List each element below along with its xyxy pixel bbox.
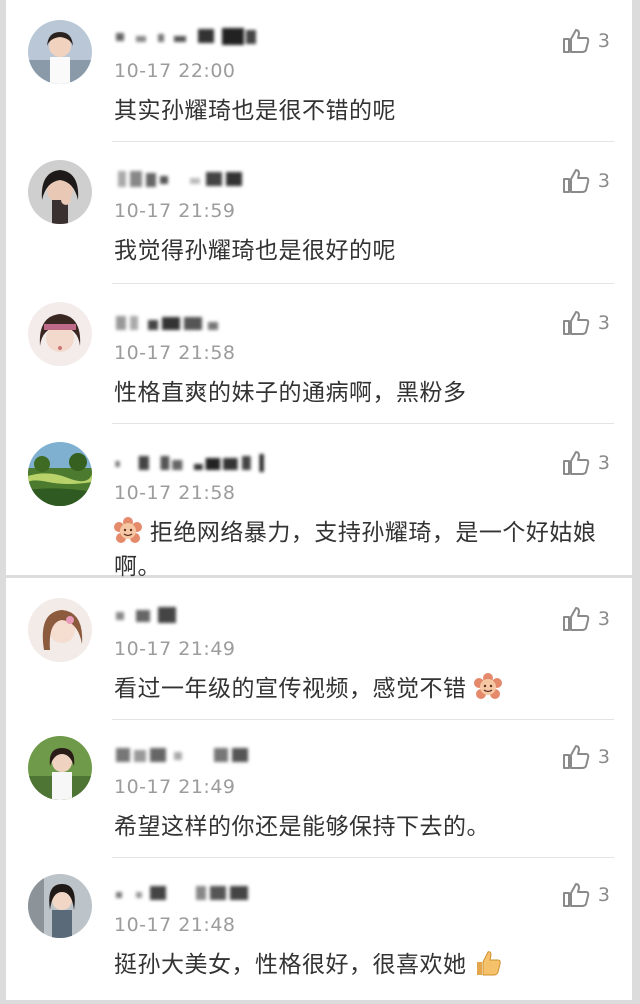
comment-text-block: 看过一年级的宣传视频，感觉不错: [114, 672, 612, 706]
user-avatar[interactable]: [28, 160, 92, 224]
comment-item: 10-17 21:59 我觉得孙耀琦也是很好的呢 3: [6, 142, 632, 284]
comment-text: 我觉得孙耀琦也是很好的呢: [114, 238, 396, 264]
like-count: 3: [597, 452, 610, 474]
comment-time: 10-17 21:49: [114, 776, 236, 798]
comment-time: 10-17 21:58: [114, 342, 236, 364]
username-blurred[interactable]: [114, 882, 274, 904]
username-blurred[interactable]: [114, 26, 274, 48]
thumbs-up-icon: [562, 168, 590, 194]
username-blurred[interactable]: [114, 312, 274, 334]
username-blurred[interactable]: [114, 744, 274, 766]
user-avatar[interactable]: [28, 302, 92, 366]
flower-face-emoji: [474, 673, 503, 701]
comment-item: 10-17 21:58 拒绝网络暴力，支持孙耀琦，是一个好姑娘啊。 3: [6, 424, 632, 580]
comment-text: 拒绝网络暴力，支持孙耀琦，是一个好姑娘啊。: [114, 520, 597, 580]
comment-item: 10-17 22:00 其实孙耀琦也是很不错的呢 3: [6, 0, 632, 142]
comment-text-block: 挺孙大美女，性格很好，很喜欢她: [114, 948, 612, 982]
comment-text: 挺孙大美女，性格很好，很喜欢她: [114, 952, 467, 978]
user-avatar[interactable]: [28, 442, 92, 506]
like-count: 3: [597, 312, 610, 334]
username-blurred[interactable]: [114, 452, 274, 474]
like-count: 3: [597, 608, 610, 630]
like-count: 3: [597, 884, 610, 906]
username-blurred[interactable]: [114, 168, 274, 190]
like-button[interactable]: 3: [562, 168, 610, 194]
like-count: 3: [597, 746, 610, 768]
comment-time: 10-17 21:48: [114, 914, 236, 936]
comment-item: 10-17 21:48 挺孙大美女，性格很好，很喜欢她 3: [6, 858, 632, 1000]
like-button[interactable]: 3: [562, 606, 610, 632]
thumbs-up-icon: [562, 882, 590, 908]
thumbs-up-emoji: [474, 949, 502, 977]
like-button[interactable]: 3: [562, 882, 610, 908]
like-count: 3: [597, 170, 610, 192]
flower-face-emoji: [114, 517, 142, 545]
comment-item: 10-17 21:49 看过一年级的宣传视频，感觉不错 3: [6, 578, 632, 720]
like-button[interactable]: 3: [562, 450, 610, 476]
comment-time: 10-17 22:00: [114, 60, 236, 82]
thumbs-up-icon: [562, 450, 590, 476]
comment-item: 10-17 21:49 希望这样的你还是能够保持下去的。 3: [6, 720, 632, 858]
comment-list-top: 10-17 22:00 其实孙耀琦也是很不错的呢 3 10-17 21:59 我…: [6, 0, 632, 580]
comment-time: 10-17 21:49: [114, 638, 236, 660]
comment-text: 看过一年级的宣传视频，感觉不错: [114, 676, 467, 702]
comment-text: 希望这样的你还是能够保持下去的。: [114, 814, 490, 840]
like-button[interactable]: 3: [562, 28, 610, 54]
like-count: 3: [597, 30, 610, 52]
user-avatar[interactable]: [28, 20, 92, 84]
comment-item: 10-17 21:58 性格直爽的妹子的通病啊，黑粉多 3: [6, 284, 632, 424]
comment-time: 10-17 21:58: [114, 482, 236, 504]
thumbs-up-icon: [562, 606, 590, 632]
thumbs-up-icon: [562, 310, 590, 336]
comment-text: 其实孙耀琦也是很不错的呢: [114, 98, 396, 124]
comment-text: 性格直爽的妹子的通病啊，黑粉多: [114, 380, 467, 406]
comment-time: 10-17 21:59: [114, 200, 236, 222]
comment-list-bottom: 10-17 21:49 看过一年级的宣传视频，感觉不错 3 10-17 21:4…: [6, 578, 632, 1000]
user-avatar[interactable]: [28, 598, 92, 662]
like-button[interactable]: 3: [562, 744, 610, 770]
like-button[interactable]: 3: [562, 310, 610, 336]
thumbs-up-icon: [562, 744, 590, 770]
user-avatar[interactable]: [28, 874, 92, 938]
comment-text-block: 拒绝网络暴力，支持孙耀琦，是一个好姑娘啊。: [114, 516, 612, 584]
username-blurred[interactable]: [114, 604, 274, 626]
user-avatar[interactable]: [28, 736, 92, 800]
thumbs-up-icon: [562, 28, 590, 54]
